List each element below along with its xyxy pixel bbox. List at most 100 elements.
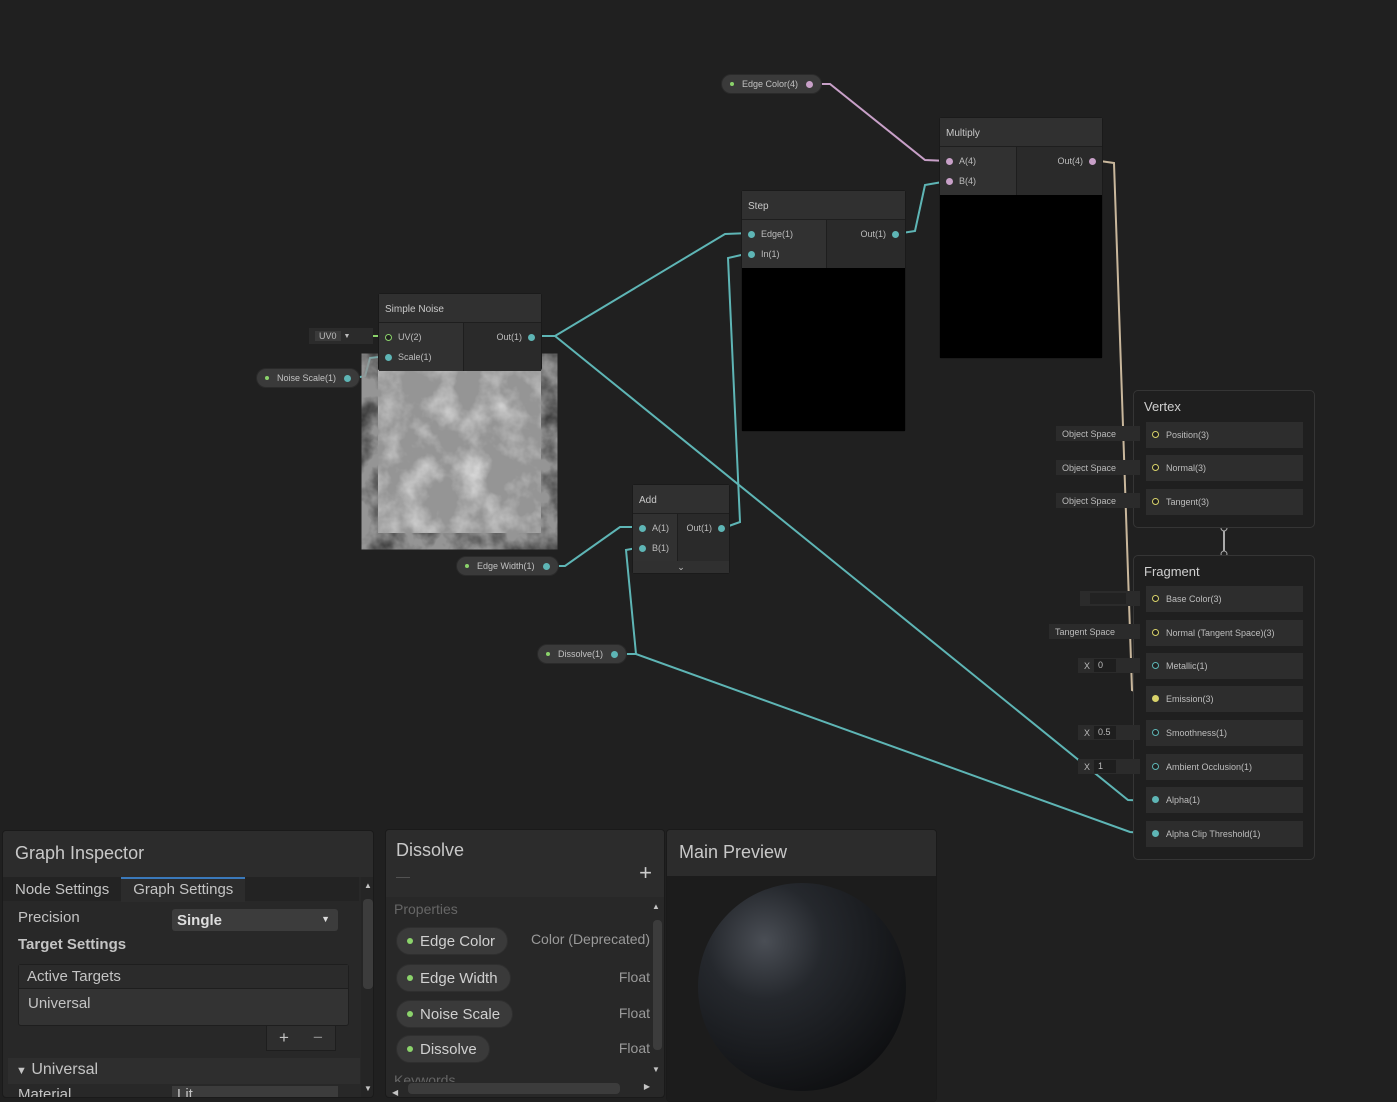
uv-channel-dropdown[interactable]: UV0 ▼ [309, 328, 373, 344]
port-out[interactable]: Out(1) [464, 327, 541, 347]
vertex-block: Vertex Position(3) Normal(3) Tangent(3) [1133, 390, 1315, 528]
port-label: B(4) [959, 176, 977, 186]
slot-label: Normal (Tangent Space)(3) [1166, 628, 1275, 638]
smoothness-field[interactable]: X 0.5 [1078, 725, 1140, 740]
property-dissolve[interactable]: Dissolve [396, 1035, 490, 1063]
wire-noise-step [540, 232, 751, 337]
scroll-up-icon[interactable]: ▲ [652, 902, 664, 911]
slot-label: Tangent(3) [1166, 497, 1210, 507]
port-a[interactable]: A(4) [940, 151, 1016, 171]
output-port-icon[interactable] [344, 374, 352, 382]
inspector-scrollbar[interactable]: ▲ ▼ [361, 877, 373, 1097]
port-edge[interactable]: Edge(1) [742, 224, 826, 244]
step-node[interactable]: Step Edge(1) In(1) Out(1) [741, 190, 906, 432]
base-color-swatch[interactable] [1080, 591, 1140, 606]
multiply-node[interactable]: Multiply A(4) B(4) Out(4) [939, 117, 1103, 359]
port-icon [718, 524, 725, 532]
block-title: Fragment [1144, 564, 1200, 579]
property-name: Dissolve [420, 1040, 477, 1058]
scroll-up-icon[interactable]: ▲ [361, 881, 373, 890]
target-settings-heading: Target Settings [18, 936, 127, 953]
scroll-right-icon[interactable]: ▶ [644, 1082, 650, 1091]
port-label: In(1) [761, 249, 780, 259]
slot-smoothness[interactable]: Smoothness(1) [1146, 720, 1303, 746]
port-out[interactable]: Out(1) [827, 224, 905, 244]
simple-noise-node[interactable]: Simple Noise UV(2) Scale(1) Out(1) [378, 293, 542, 371]
slot-position[interactable]: Position(3) [1146, 422, 1303, 448]
port-icon [639, 524, 646, 532]
noise-scale-property-node[interactable]: Noise Scale(1) [256, 368, 361, 388]
port-out[interactable]: Out(4) [1017, 151, 1102, 171]
property-noise-scale[interactable]: Noise Scale [396, 1000, 514, 1028]
tab-node-settings[interactable]: Node Settings [3, 877, 121, 902]
slot-emission[interactable]: Emission(3) [1146, 686, 1303, 712]
blackboard-vscrollbar[interactable]: ▲ ▼ [652, 902, 664, 1074]
wire-edgecolor-multiply [820, 83, 949, 162]
scroll-left-icon[interactable]: ◀ [392, 1088, 398, 1097]
port-icon [1152, 431, 1159, 438]
port-icon [1089, 157, 1096, 165]
slot-label: Metallic(1) [1166, 661, 1208, 671]
port-uv[interactable]: UV(2) [379, 327, 463, 347]
slot-alpha[interactable]: Alpha(1) [1146, 787, 1303, 813]
port-icon [892, 230, 899, 238]
add-target-button[interactable]: + [279, 1028, 289, 1048]
preview-viewport[interactable] [667, 876, 936, 1101]
metallic-field[interactable]: X0 [1078, 658, 1140, 673]
value-input[interactable]: 0.5 [1094, 726, 1117, 739]
property-dot-icon [407, 975, 413, 981]
port-in[interactable]: In(1) [742, 244, 826, 264]
foldout-triangle-icon[interactable]: ▼ [16, 1065, 27, 1077]
port-out[interactable]: Out(1) [678, 518, 729, 538]
dissolve-property-node[interactable]: Dissolve(1) [537, 644, 628, 664]
port-label: Out(1) [496, 332, 522, 342]
port-b[interactable]: B(4) [940, 171, 1016, 191]
slot-ambient-occlusion[interactable]: Ambient Occlusion(1) [1146, 754, 1303, 780]
slot-alpha-clip[interactable]: Alpha Clip Threshold(1) [1146, 821, 1303, 847]
add-property-button[interactable]: + [639, 860, 652, 886]
port-icon [639, 544, 646, 552]
port-icon [1152, 729, 1159, 736]
section-header[interactable]: Universal [31, 1061, 98, 1078]
slot-tangent[interactable]: Tangent(3) [1146, 489, 1303, 515]
edge-width-property-node[interactable]: Edge Width(1) [456, 556, 559, 576]
node-title: Add [633, 485, 729, 514]
scroll-down-icon[interactable]: ▼ [652, 1065, 660, 1074]
space-value: Tangent Space [1055, 626, 1116, 637]
list-item[interactable]: Universal [19, 989, 348, 1018]
port-scale[interactable]: Scale(1) [379, 347, 463, 367]
value-input[interactable]: 1 [1094, 760, 1117, 773]
property-edge-width[interactable]: Edge Width [396, 964, 511, 992]
ao-field[interactable]: X1 [1078, 759, 1140, 774]
port-icon [1152, 595, 1159, 602]
port-icon [1152, 498, 1159, 505]
axis-label: X [1084, 727, 1091, 738]
expand-chevron-icon[interactable]: ⌄ [633, 561, 729, 573]
slot-normal-ts[interactable]: Normal (Tangent Space)(3) [1146, 620, 1303, 646]
remove-target-button[interactable]: − [313, 1028, 323, 1048]
port-b[interactable]: B(1) [633, 538, 677, 558]
blackboard-subtitle[interactable]: — [396, 868, 410, 884]
material-dropdown[interactable]: Lit [172, 1086, 338, 1097]
normal-space-field[interactable]: Tangent Space [1049, 624, 1140, 639]
normal-space-field[interactable]: Object Space [1056, 460, 1140, 475]
add-node[interactable]: Add A(1) B(1) Out(1) ⌄ [632, 484, 730, 574]
tab-graph-settings[interactable]: Graph Settings [121, 877, 246, 902]
slot-normal[interactable]: Normal(3) [1146, 455, 1303, 481]
port-a[interactable]: A(1) [633, 518, 677, 538]
blackboard-hscrollbar[interactable]: ◀ ▶ [392, 1082, 650, 1097]
property-label: Noise Scale(1) [277, 373, 337, 383]
position-space-field[interactable]: Object Space [1056, 426, 1140, 441]
scroll-down-icon[interactable]: ▼ [361, 1084, 373, 1093]
value-input[interactable]: 0 [1094, 659, 1117, 672]
property-dot-icon [465, 564, 469, 568]
output-port-icon[interactable] [806, 80, 814, 88]
property-edge-color[interactable]: Edge Color [396, 927, 509, 955]
output-port-icon[interactable] [611, 650, 619, 658]
slot-base-color[interactable]: Base Color(3) [1146, 586, 1303, 612]
edge-color-property-node[interactable]: Edge Color(4) [721, 74, 823, 94]
slot-metallic[interactable]: Metallic(1) [1146, 653, 1303, 679]
precision-dropdown[interactable]: Single ▼ [172, 909, 338, 931]
tangent-space-field[interactable]: Object Space [1056, 493, 1140, 508]
output-port-icon[interactable] [542, 562, 550, 570]
